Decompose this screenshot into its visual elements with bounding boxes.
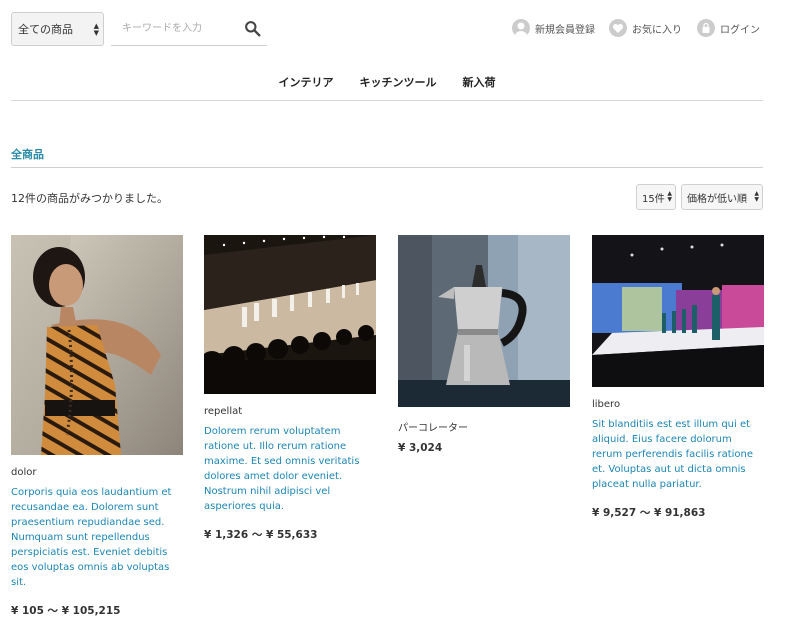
product-name[interactable]: パーコレーター [398, 419, 570, 434]
product-image[interactable] [592, 235, 764, 387]
global-nav: インテリア キッチンツール 新入荷 [0, 74, 774, 90]
nav-item-interior[interactable]: インテリア [279, 74, 334, 90]
register-link[interactable]: 新規会員登録 [512, 19, 595, 37]
select-arrows-icon: ▲ ▼ [93, 22, 99, 37]
site-header: 全ての商品 ▲▼ 新規会員登録 お気に入り ログイン [0, 0, 798, 60]
product-price: ¥ 1,326 ～ ¥ 55,633 [204, 529, 318, 541]
category-select-value: 全ての商品 [18, 23, 73, 36]
product-image[interactable] [11, 235, 183, 455]
product-card[interactable]: dolor Corporis quia eos laudantium et re… [11, 235, 183, 618]
product-image[interactable] [204, 235, 376, 394]
product-price: ¥ 9,527 ～ ¥ 91,863 [592, 507, 706, 519]
search-input[interactable] [111, 13, 231, 44]
select-arrows-icon: ▲ ▼ [667, 190, 672, 203]
product-description: Corporis quia eos laudantium et recusand… [11, 487, 172, 588]
product-price: ¥ 3,024 [398, 442, 443, 454]
nav-divider [11, 100, 763, 101]
user-icon [512, 19, 530, 37]
product-name[interactable]: libero [592, 399, 764, 410]
nav-item-new-arrivals[interactable]: 新入荷 [463, 74, 496, 90]
sort-select[interactable]: 価格が低い順 ▲ ▼ [681, 184, 763, 210]
breadcrumb: 全商品 [11, 148, 44, 161]
login-link[interactable]: ログイン [697, 19, 760, 37]
per-page-select[interactable]: 15件 ▲ ▼ [636, 184, 676, 210]
sort-value: 価格が低い順 [687, 193, 747, 205]
product-description: Dolorem rerum voluptatem ratione ut. Ill… [204, 426, 360, 512]
category-select[interactable]: 全ての商品 ▲ ▼ [11, 12, 104, 46]
product-description: Sit blanditiis est est illum qui et aliq… [592, 419, 754, 490]
search-icon[interactable] [244, 20, 261, 37]
favorites-label: お気に入り [632, 24, 682, 36]
search-box [111, 12, 267, 46]
favorites-link[interactable]: お気に入り [609, 19, 682, 37]
register-label: 新規会員登録 [535, 24, 595, 36]
lock-icon [697, 19, 715, 37]
breadcrumb-divider [11, 167, 763, 168]
nav-item-kitchen-tools[interactable]: キッチンツール [360, 74, 437, 90]
login-label: ログイン [720, 24, 760, 36]
select-arrows-icon: ▲ ▼ [754, 190, 759, 203]
product-name[interactable]: dolor [11, 467, 183, 478]
product-image[interactable] [398, 235, 570, 407]
product-card[interactable]: パーコレーター ¥ 3,024 [398, 235, 570, 454]
product-card[interactable]: libero Sit blanditiis est est illum qui … [592, 235, 764, 520]
heart-icon [609, 19, 627, 37]
result-count: 12件の商品がみつかりました。 [11, 192, 168, 205]
product-price: ¥ 105 ～ ¥ 105,215 [11, 605, 121, 617]
product-name[interactable]: repellat [204, 406, 376, 417]
per-page-value: 15件 [642, 193, 665, 205]
product-card[interactable]: repellat Dolorem rerum voluptatem ration… [204, 235, 376, 542]
